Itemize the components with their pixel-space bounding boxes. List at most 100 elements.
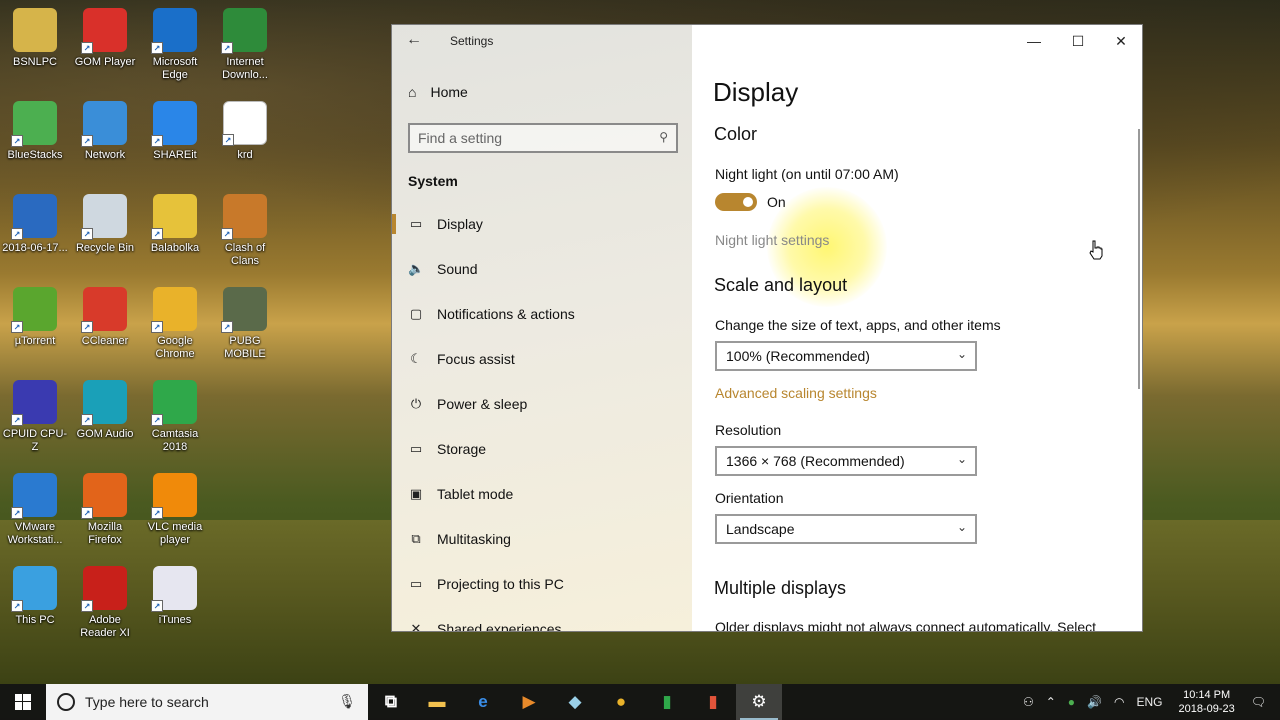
taskbar-app-task-view[interactable]: ⧉ [368, 684, 414, 720]
taskbar-app-chrome[interactable]: ● [598, 684, 644, 720]
taskbar-app-camtasia-recorder[interactable]: ▮ [690, 684, 736, 720]
desktop-icon[interactable]: ↗ GOM Player [70, 8, 140, 69]
bluestacks-icon: ↗ [11, 101, 57, 147]
camtasia-recorder-icon: ▮ [708, 692, 718, 711]
resolution-label: Resolution [715, 422, 782, 438]
chevron-up-icon[interactable]: ⌃ [1046, 695, 1056, 709]
minimize-button[interactable]: — [1014, 29, 1054, 53]
shortcut-arrow-icon: ↗ [81, 600, 93, 612]
back-arrow-icon[interactable]: ← [406, 31, 422, 49]
sidebar-item-label: Multitasking [437, 531, 511, 547]
desktop-icon[interactable]: ↗ CCleaner [70, 287, 140, 348]
shortcut-arrow-icon: ↗ [11, 414, 23, 426]
desktop-icon[interactable]: ↗ Network [70, 101, 140, 162]
user-folder-icon [13, 8, 57, 52]
desktop-icon[interactable]: ↗ SHAREit [140, 101, 210, 162]
taskbar-app-notes[interactable]: ◆ [552, 684, 598, 720]
taskbar-app-media-player[interactable]: ▶ [506, 684, 552, 720]
sidebar-item-focus-assist[interactable]: ☾ Focus assist [392, 339, 692, 379]
desktop-icon[interactable]: ↗ GOM Audio [70, 380, 140, 441]
this-pc-icon: ↗ [11, 566, 57, 612]
security-icon[interactable]: ● [1068, 695, 1075, 709]
desktop-icon-label: PUBG MOBILE [224, 335, 266, 360]
settings-sidebar: ← Settings ⌂ Home ⚲ System ▭ Display 🔈 Soun… [392, 25, 692, 631]
network-icon[interactable]: ◠ [1114, 695, 1124, 709]
shortcut-arrow-icon: ↗ [151, 600, 163, 612]
advanced-scaling-link[interactable]: Advanced scaling settings [715, 385, 877, 401]
sidebar-item-display[interactable]: ▭ Display [392, 204, 692, 244]
sidebar-item-sound[interactable]: 🔈 Sound [392, 249, 692, 289]
night-light-settings-link[interactable]: Night light settings [715, 232, 829, 248]
firefox-icon: ↗ [81, 473, 127, 519]
desktop-icon[interactable]: ↗ krd [210, 101, 280, 162]
chevron-down-icon: ⌄ [956, 520, 967, 534]
find-setting-search[interactable]: ⚲ [408, 123, 678, 153]
desktop-icon[interactable]: ↗ Mozilla Firefox [70, 473, 140, 547]
itunes-icon: ↗ [151, 566, 197, 612]
shortcut-arrow-icon: ↗ [151, 414, 163, 426]
taskbar-app-file-explorer[interactable]: ▬ [414, 684, 460, 720]
desktop-icon-label: Camtasia 2018 [151, 428, 199, 453]
desktop-icon-label: VLC media player [147, 521, 203, 546]
camtasia-icon: ↗ [151, 380, 197, 426]
night-light-toggle[interactable] [715, 193, 757, 211]
taskbar-app-edge[interactable]: e [460, 684, 506, 720]
desktop-icon[interactable]: ↗ Adobe Reader XI [70, 566, 140, 640]
close-button[interactable]: ✕ [1101, 29, 1141, 53]
sidebar-item-label: Display [437, 216, 483, 232]
sidebar-item-shared-experiences[interactable]: ✕ Shared experiences [392, 609, 692, 631]
sidebar-item-multitasking[interactable]: ⧉ Multitasking [392, 519, 692, 559]
desktop-icon[interactable]: ↗ This PC [0, 566, 70, 627]
desktop-icon[interactable]: ↗ PUBG MOBILE [210, 287, 280, 361]
balabolka-icon: ↗ [151, 194, 197, 240]
desktop-icon[interactable]: ↗ VMware Workstati... [0, 473, 70, 547]
microphone-icon[interactable]: 🎙 [338, 693, 356, 710]
clash-of-clans-icon: ↗ [221, 194, 267, 240]
sidebar-item-notifications-actions[interactable]: ▢ Notifications & actions [392, 294, 692, 334]
speaker-icon: 🔈 [408, 261, 425, 276]
people-icon[interactable]: ⚇ [1023, 695, 1034, 709]
sidebar-item-projecting-to-this-pc[interactable]: ▭ Projecting to this PC [392, 564, 692, 604]
desktop-icon[interactable]: ↗ 2018-06-17... [0, 194, 70, 255]
scale-dropdown[interactable]: 100% (Recommended) ⌄ [715, 341, 977, 371]
start-button[interactable] [0, 684, 46, 720]
ccleaner-icon: ↗ [81, 287, 127, 333]
desktop-icon[interactable]: ↗ Microsoft Edge [140, 8, 210, 82]
sidebar-item-home[interactable]: ⌂ Home [408, 84, 468, 100]
clock[interactable]: 10:14 PM 2018-09-23 [1178, 688, 1234, 716]
taskbar-app-camtasia[interactable]: ▮ [644, 684, 690, 720]
volume-icon[interactable]: 🔊 [1087, 695, 1102, 709]
sidebar-item-tablet-mode[interactable]: ▣ Tablet mode [392, 474, 692, 514]
action-center-icon[interactable]: 🗨 [1251, 695, 1266, 709]
desktop-icon[interactable]: ↗ CPUID CPU-Z [0, 380, 70, 454]
desktop-icon[interactable]: ↗ iTunes [140, 566, 210, 627]
shortcut-arrow-icon: ↗ [11, 507, 23, 519]
scrollbar[interactable] [1138, 129, 1140, 389]
desktop-icon[interactable]: ↗ VLC media player [140, 473, 210, 547]
desktop-icon[interactable]: ↗ Camtasia 2018 [140, 380, 210, 454]
maximize-button[interactable]: ☐ [1058, 29, 1098, 53]
taskbar-app-settings-gear[interactable]: ⚙ [736, 684, 782, 720]
sidebar-item-storage[interactable]: ▭ Storage [392, 429, 692, 469]
resolution-dropdown[interactable]: 1366 × 768 (Recommended) ⌄ [715, 446, 977, 476]
desktop-icon[interactable]: ↗ Internet Downlo... [210, 8, 280, 82]
desktop-icon[interactable]: ↗ Clash of Clans [210, 194, 280, 268]
shareit-icon: ↗ [151, 101, 197, 147]
desktop-icon[interactable]: BSNLPC [0, 8, 70, 69]
desktop-icon[interactable]: ↗ Balabolka [140, 194, 210, 255]
desktop-icon[interactable]: ↗ Google Chrome [140, 287, 210, 361]
desktop-icon-label: BSNLPC [12, 56, 58, 68]
desktop-icon[interactable]: ↗ µTorrent [0, 287, 70, 348]
settings-gear-icon: ⚙ [751, 692, 767, 711]
language-indicator[interactable]: ENG [1136, 695, 1162, 709]
sidebar-item-power-sleep[interactable]: ⏻ Power & sleep [392, 384, 692, 424]
desktop-icon[interactable]: ↗ BlueStacks [0, 101, 70, 162]
taskbar-search-box[interactable]: Type here to search 🎙 [46, 684, 368, 720]
shortcut-arrow-icon: ↗ [151, 507, 163, 519]
search-icon[interactable]: ⚲ [659, 130, 668, 144]
hand-cursor-icon [1089, 240, 1103, 260]
shortcut-arrow-icon: ↗ [221, 321, 233, 333]
orientation-dropdown[interactable]: Landscape ⌄ [715, 514, 977, 544]
search-input[interactable] [410, 125, 640, 151]
desktop-icon[interactable]: ↗ Recycle Bin [70, 194, 140, 255]
